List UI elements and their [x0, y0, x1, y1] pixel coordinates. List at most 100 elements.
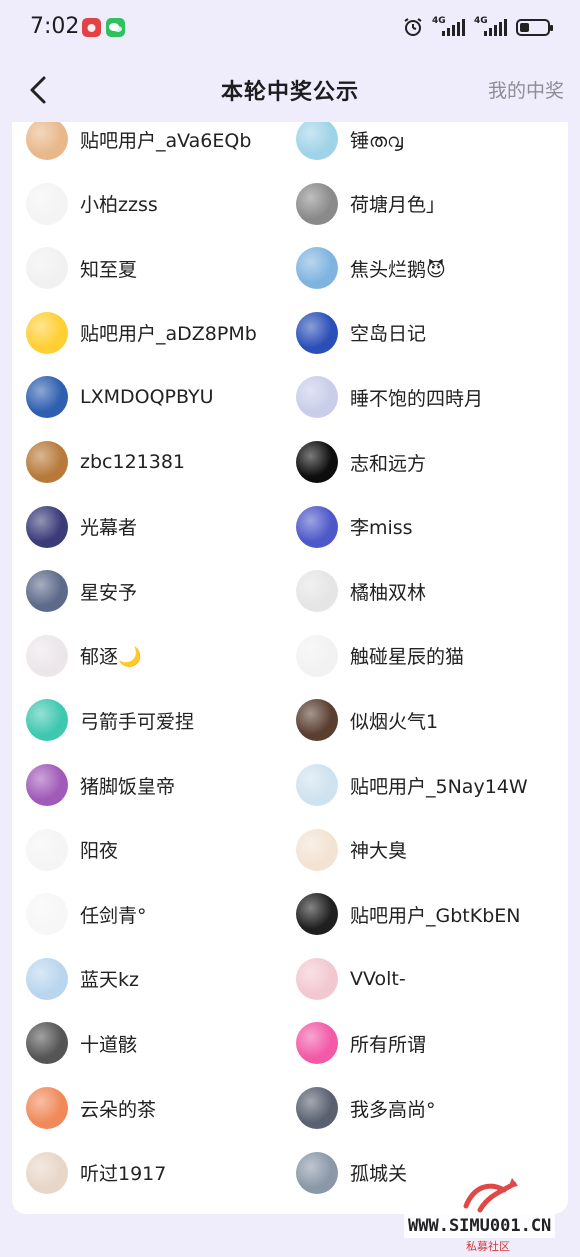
avatar	[296, 1151, 338, 1194]
winner-item[interactable]: 听过1917	[26, 1149, 166, 1197]
avatar	[26, 764, 68, 806]
avatar	[26, 441, 68, 483]
avatar	[296, 893, 338, 936]
winner-item[interactable]: 所有所谓	[296, 1019, 426, 1067]
avatar	[296, 764, 338, 806]
winner-name: 知至夏	[80, 258, 138, 281]
watermark-url: WWW.SIMU001.CN	[404, 1214, 556, 1238]
winner-item[interactable]: 贴吧用户_5Nay14W	[296, 761, 528, 809]
avatar	[26, 1087, 68, 1129]
winner-item[interactable]: 贴吧用户_GbtKbEN	[296, 890, 520, 938]
winner-name: 贴吧用户_aVa6EQb	[80, 129, 252, 152]
watermark: WWW.SIMU001.CN 私募社区	[404, 1176, 580, 1257]
avatar	[26, 182, 68, 225]
winner-item[interactable]: 蓝天kz	[26, 955, 139, 1003]
avatar	[296, 828, 338, 871]
winner-name: 云朵的茶	[80, 1098, 157, 1121]
avatar	[26, 893, 68, 936]
nav-bar: 本轮中奖公示 我的中奖	[0, 58, 580, 122]
avatar	[296, 441, 338, 483]
avatar	[26, 828, 68, 871]
winner-item[interactable]: 云朵的茶	[26, 1084, 156, 1132]
avatar	[26, 1022, 68, 1065]
winner-item[interactable]: 李miss	[296, 503, 413, 551]
avatar	[26, 957, 68, 1000]
winner-name: 我多高尚°	[350, 1098, 436, 1121]
avatar	[296, 570, 338, 613]
winner-name: 阳夜	[80, 840, 119, 863]
winner-name: 猪脚饭皇帝	[80, 775, 176, 798]
winner-name: 贴吧用户_5Nay14W	[350, 775, 528, 798]
battery-icon	[516, 18, 553, 36]
winner-item[interactable]: 猪脚饭皇帝	[26, 761, 175, 809]
winner-item[interactable]: 星安予	[26, 567, 137, 615]
winner-item[interactable]: 贴吧用户_aVa6EQb	[26, 122, 251, 163]
winner-name: 荷塘月色」	[350, 194, 446, 217]
status-time: 7:02	[30, 14, 80, 39]
winner-item[interactable]: 小柏zzss	[26, 180, 158, 228]
avatar	[26, 634, 68, 677]
watermark-logo-icon	[463, 1178, 518, 1213]
winner-name: 似烟火气1	[350, 710, 439, 733]
winner-name: 蓝天kz	[80, 969, 139, 992]
avatar	[296, 1087, 338, 1129]
winner-name: 任剑青°	[80, 904, 147, 927]
avatar	[296, 699, 338, 742]
avatar	[26, 1151, 68, 1194]
winner-item[interactable]: 郁逐🌙	[26, 632, 142, 680]
winner-name: 志和远方	[350, 452, 427, 475]
winner-name: 所有所谓	[350, 1033, 427, 1056]
my-winnings-link[interactable]: 我的中奖	[488, 76, 564, 103]
avatar	[26, 699, 68, 742]
winner-name: 神大臭	[350, 840, 408, 863]
winner-name: 触碰星辰的猫	[350, 646, 465, 669]
winner-item[interactable]: 弓箭手可爱捏	[26, 696, 194, 744]
winner-item[interactable]: 阳夜	[26, 826, 118, 874]
wechat-notification-icon	[106, 18, 125, 37]
winner-name: 锤ത൮	[350, 129, 403, 152]
winner-name: 小柏zzss	[80, 194, 158, 217]
winner-item[interactable]: 荷塘月色」	[296, 180, 445, 228]
winner-item[interactable]: 贴吧用户_aDZ8PMb	[26, 309, 257, 357]
avatar	[26, 376, 68, 419]
avatar	[26, 505, 68, 548]
winner-item[interactable]: 似烟火气1	[296, 696, 438, 744]
winner-name: 空岛日记	[350, 323, 427, 346]
avatar	[296, 957, 338, 1000]
winner-name: 十道骸	[80, 1033, 138, 1056]
winner-item[interactable]: 焦头烂鹅😈	[296, 244, 446, 292]
winner-item[interactable]: 任剑青°	[26, 890, 147, 938]
avatar	[296, 634, 338, 677]
winner-item[interactable]: VVolt-	[296, 955, 406, 1003]
winner-name: 郁逐🌙	[80, 646, 142, 669]
watermark-subtitle: 私募社区	[466, 1240, 510, 1253]
winner-name: 星安予	[80, 581, 138, 604]
winner-item[interactable]: 光幕者	[26, 503, 137, 551]
winner-item[interactable]: 橘柚双林	[296, 567, 426, 615]
winner-item[interactable]: 触碰星辰的猫	[296, 632, 464, 680]
winner-name: zbc121381	[80, 451, 186, 473]
winner-name: VVolt-	[350, 967, 406, 990]
winner-item[interactable]: 睡不饱的四時月	[296, 373, 483, 421]
avatar	[296, 505, 338, 548]
winner-item[interactable]: 空岛日记	[296, 309, 426, 357]
winner-item[interactable]: 锤ത൮	[296, 122, 403, 163]
signal-icon: 4G	[432, 16, 466, 38]
winner-name: 贴吧用户_GbtKbEN	[350, 904, 521, 927]
winner-item[interactable]: LXMDOQPBYU	[26, 373, 214, 421]
huawei-notification-icon	[82, 18, 101, 37]
winner-name: 贴吧用户_aDZ8PMb	[80, 323, 257, 346]
winner-name: 睡不饱的四時月	[350, 387, 484, 410]
avatar	[296, 311, 338, 354]
avatar	[296, 122, 338, 160]
winner-item[interactable]: 十道骸	[26, 1019, 137, 1067]
winner-item[interactable]: 神大臭	[296, 826, 407, 874]
winner-item[interactable]: 志和远方	[296, 438, 426, 486]
winner-name: 弓箭手可爱捏	[80, 710, 195, 733]
winner-item[interactable]: 孤城关	[296, 1149, 407, 1197]
winner-name: 橘柚双林	[350, 581, 427, 604]
avatar	[296, 182, 338, 225]
winner-item[interactable]: zbc121381	[26, 438, 185, 486]
winner-item[interactable]: 我多高尚°	[296, 1084, 436, 1132]
winner-item[interactable]: 知至夏	[26, 244, 137, 292]
